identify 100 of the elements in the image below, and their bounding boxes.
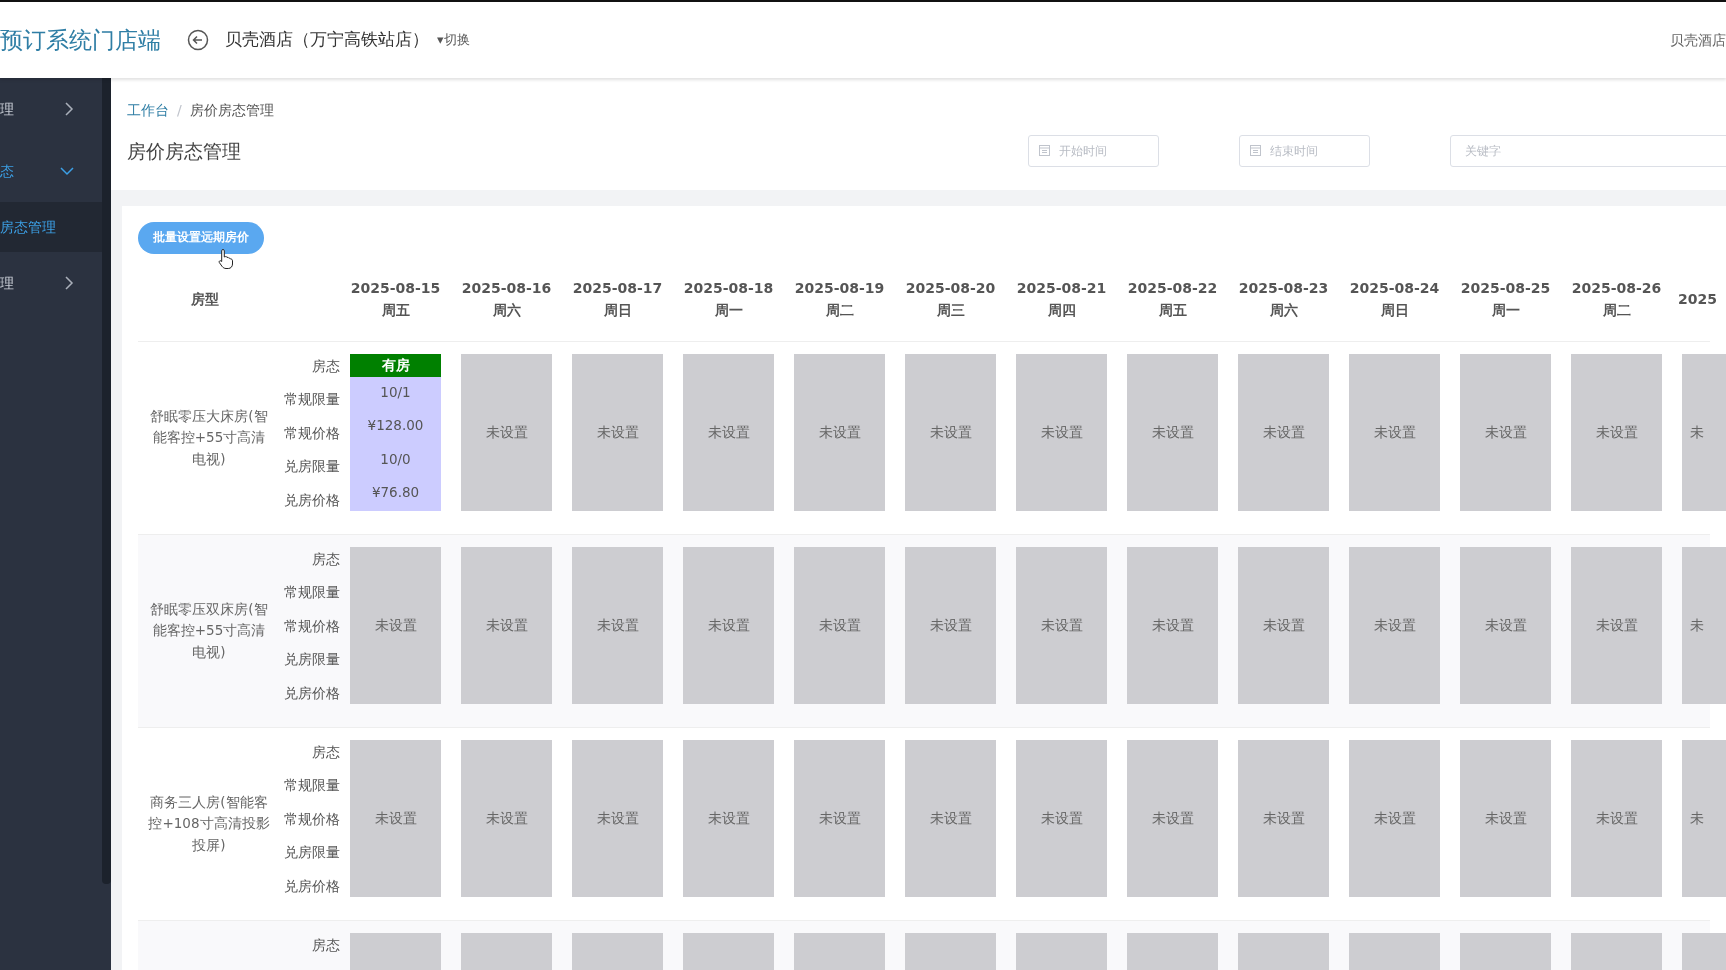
field-label: 常规限量 bbox=[283, 583, 340, 603]
rate-cell[interactable]: 未设置 bbox=[572, 547, 663, 704]
date-field[interactable]: 结束时间 bbox=[1239, 135, 1370, 167]
rate-cell[interactable]: 未设置 bbox=[1238, 354, 1329, 511]
rate-cell[interactable]: 未设置 bbox=[794, 547, 885, 704]
scrollbar[interactable] bbox=[102, 78, 111, 884]
rate-cell[interactable]: 未设置 bbox=[1571, 740, 1662, 897]
field-label: 常规限量 bbox=[283, 776, 340, 796]
sidebar-item[interactable]: 态 bbox=[0, 160, 14, 182]
rate-cell[interactable]: 未设置 bbox=[905, 354, 996, 511]
room-type-name: 商务三人房(智能客控+108寸高清投影投屏) bbox=[147, 792, 271, 855]
rate-cell[interactable]: 未设置 bbox=[461, 354, 552, 511]
rate-cell[interactable]: 未 bbox=[1682, 547, 1726, 704]
date-header: 2025-08-26 bbox=[1570, 278, 1663, 298]
field-label: 房态 bbox=[311, 743, 340, 762]
date-header: 2025-08-20 bbox=[904, 278, 997, 298]
rate-cell[interactable]: 未设置 bbox=[1127, 740, 1218, 897]
column-header: 房型 bbox=[190, 289, 220, 309]
rate-cell[interactable]: 未设置 bbox=[1460, 740, 1551, 897]
rate-cell[interactable]: 未设置 bbox=[1349, 354, 1440, 511]
sidebar-item[interactable]: 理 bbox=[0, 272, 14, 294]
rate-cell[interactable]: 未设置 bbox=[905, 740, 996, 897]
room-status-badge: 有房 bbox=[350, 354, 441, 377]
rate-cell[interactable]: 未设置 bbox=[572, 740, 663, 897]
date-header: 2025-08-16 bbox=[460, 278, 553, 298]
weekday-header: 周日 bbox=[1379, 300, 1410, 320]
rate-cell[interactable]: 未 bbox=[1682, 740, 1726, 897]
date-header: 2025-08-23 bbox=[1237, 278, 1330, 298]
rate-cell[interactable]: 未设置 bbox=[1349, 547, 1440, 704]
weekday-header: 周一 bbox=[713, 300, 744, 320]
rate-cell[interactable]: 未设置 bbox=[1460, 354, 1551, 511]
app-title: 预订系统门店端 bbox=[0, 25, 161, 55]
weekday-header: 周日 bbox=[602, 300, 633, 320]
pointer-cursor-icon bbox=[218, 248, 234, 270]
rate-cell[interactable]: 未 bbox=[1682, 354, 1726, 511]
rate-cell[interactable]: 未设置 bbox=[794, 354, 885, 511]
rate-cell[interactable]: 未设置 bbox=[461, 547, 552, 704]
calendar-icon bbox=[1250, 145, 1261, 156]
weekday-header: 周二 bbox=[1601, 300, 1632, 320]
date-header: 2025-08-15 bbox=[349, 278, 442, 298]
rate-cell[interactable]: 未设置 bbox=[350, 740, 441, 897]
field-label: 兑房价格 bbox=[283, 876, 340, 896]
weekday-header: 周五 bbox=[1157, 300, 1188, 320]
breadcrumb-link[interactable]: 工作台 bbox=[127, 100, 169, 121]
rate-cell[interactable]: 未设置 bbox=[683, 354, 774, 511]
rate-value: 10/1 bbox=[379, 383, 412, 402]
weekday-header: 周五 bbox=[380, 300, 411, 320]
rate-cell[interactable]: 未设置 bbox=[1016, 354, 1107, 511]
rate-value: ¥128.00 bbox=[366, 416, 425, 436]
switch-link[interactable]: ▾切换 bbox=[437, 30, 470, 50]
back-icon[interactable] bbox=[187, 29, 209, 51]
rate-cell[interactable]: 未设置 bbox=[1238, 547, 1329, 704]
date-header: 2025-08-17 bbox=[571, 278, 664, 298]
weekday-header: 周二 bbox=[824, 300, 855, 320]
date-header: 2025-08-21 bbox=[1015, 278, 1108, 298]
rate-cell[interactable]: 未设置 bbox=[905, 547, 996, 704]
field-label: 房态 bbox=[311, 550, 340, 569]
rate-cell[interactable]: 未设置 bbox=[1460, 547, 1551, 704]
rate-cell[interactable]: 未设置 bbox=[683, 547, 774, 704]
field-label: 兑房价格 bbox=[283, 683, 340, 703]
rate-cell[interactable]: 未设置 bbox=[1127, 354, 1218, 511]
field-label: 兑房限量 bbox=[283, 843, 340, 863]
date-field[interactable]: 开始时间 bbox=[1028, 135, 1159, 167]
page-title: 房价房态管理 bbox=[127, 138, 242, 164]
room-type-name: 舒眠零压大床房(智能客控+55寸高清电视) bbox=[149, 406, 269, 469]
keyword-field[interactable]: 关键字 bbox=[1450, 135, 1726, 167]
weekday-header: 周一 bbox=[1490, 300, 1521, 320]
user-name: 贝壳酒店 bbox=[1670, 30, 1726, 50]
rate-cell[interactable]: 未设置 bbox=[1571, 547, 1662, 704]
rate-cell[interactable]: 未设置 bbox=[1238, 740, 1329, 897]
rate-cell[interactable]: 未设置 bbox=[461, 740, 552, 897]
hotel-name: 贝壳酒店（万宁高铁站店） bbox=[225, 28, 429, 52]
sidebar-item[interactable]: 理 bbox=[0, 98, 14, 120]
rate-cell[interactable]: 未设置 bbox=[1016, 547, 1107, 704]
date-header: 2025-08-22 bbox=[1126, 278, 1219, 298]
field-label: 房态 bbox=[311, 357, 340, 376]
rate-cell[interactable]: 未设置 bbox=[1016, 740, 1107, 897]
field-label: 常规价格 bbox=[283, 423, 340, 443]
calendar-icon bbox=[1039, 145, 1050, 156]
date-header: 2025-08-19 bbox=[793, 278, 886, 298]
rate-cell[interactable]: 未设置 bbox=[1571, 354, 1662, 511]
rate-cell[interactable]: 未设置 bbox=[572, 354, 663, 511]
rate-cell[interactable]: 未设置 bbox=[1349, 740, 1440, 897]
breadcrumb-current: 房价房态管理 bbox=[189, 101, 274, 120]
date-header: 2025-08-24 bbox=[1348, 278, 1441, 298]
date-header: 2025 bbox=[1678, 289, 1718, 309]
weekday-header: 周三 bbox=[935, 300, 966, 320]
batch-price-button[interactable]: 批量设置远期房价 bbox=[138, 222, 264, 254]
rate-cell[interactable]: 未设置 bbox=[683, 740, 774, 897]
weekday-header: 周六 bbox=[1268, 300, 1299, 320]
breadcrumb-separator: / bbox=[177, 101, 182, 120]
field-label: 常规限量 bbox=[283, 390, 340, 410]
weekday-header: 周四 bbox=[1046, 300, 1077, 320]
field-label: 房态 bbox=[311, 936, 340, 955]
rate-cell[interactable]: 未设置 bbox=[350, 547, 441, 704]
rate-cell[interactable]: 未设置 bbox=[1127, 547, 1218, 704]
room-type-name: 舒眠零压双床房(智能客控+55寸高清电视) bbox=[149, 599, 269, 662]
rate-cell[interactable]: 未设置 bbox=[794, 740, 885, 897]
field-label: 兑房价格 bbox=[283, 490, 340, 510]
field-label: 常规价格 bbox=[283, 809, 340, 829]
